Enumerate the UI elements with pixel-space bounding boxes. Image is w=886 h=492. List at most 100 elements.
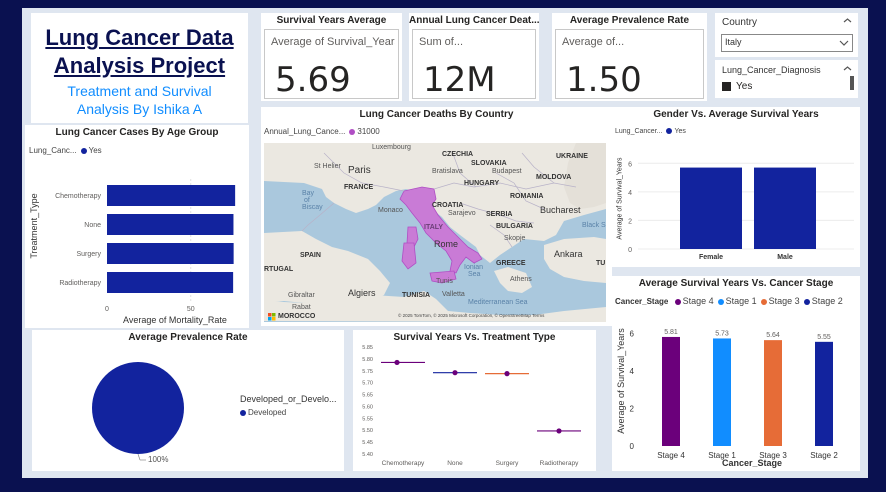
- y-tick-label: 5.85: [362, 345, 373, 351]
- kpi-card-survival[interactable]: Survival Years Average Average of Surviv…: [261, 13, 402, 101]
- x-tick-label: Radiotherapy: [540, 460, 579, 467]
- y-tick-label: 0: [630, 442, 635, 451]
- bar-male[interactable]: [754, 167, 816, 249]
- map-panel[interactable]: Lung Cancer Deaths By Country Annual_Lun…: [261, 107, 612, 326]
- svg-text:Monaco: Monaco: [378, 207, 403, 214]
- bar-radiotherapy[interactable]: [107, 272, 234, 293]
- svg-text:BULGARIA: BULGARIA: [496, 223, 533, 230]
- kpi-card-body: Average of Survival_Years 5.69: [264, 29, 399, 100]
- stage-chart-plot[interactable]: 0 2 4 6 5.81 Stage 4 5.73 Stage 1 5.64 Stage 3 5.5…: [612, 276, 860, 471]
- country-slicer-label: Country: [722, 17, 758, 28]
- svg-text:TU: TU: [596, 260, 605, 267]
- kpi-card-title: Annual Lung Cancer Deat...: [409, 15, 539, 26]
- bar-chemotherapy[interactable]: [107, 185, 236, 206]
- svg-text:SPAIN: SPAIN: [300, 252, 321, 259]
- kpi-card-body: Sum of... 12M: [412, 29, 536, 100]
- chevron-up-icon[interactable]: [843, 17, 852, 24]
- svg-text:RTUGAL: RTUGAL: [264, 266, 294, 273]
- age-chart-ylabel: Treatment_Type: [29, 193, 39, 259]
- bar-stage-4[interactable]: [662, 336, 680, 446]
- data-point[interactable]: [556, 428, 562, 434]
- treatment-chart-plot[interactable]: 5.40 5.45 5.50 5.55 5.60 5.65 5.70 5.75 5.80 5.85…: [353, 330, 596, 471]
- report-subtitle-line2: Analysis By Ishika A: [76, 101, 203, 117]
- svg-text:Rabat: Rabat: [292, 304, 311, 311]
- kpi-card-body: Average of... 1.50: [555, 29, 704, 100]
- kpi-card-prevalence[interactable]: Average Prevalence Rate Average of... 1.…: [552, 13, 707, 101]
- country-slicer[interactable]: Country Italy: [715, 13, 858, 57]
- kpi-card-deaths[interactable]: Annual Lung Cancer Deat... Sum of... 12M: [409, 13, 539, 101]
- diagnosis-slicer[interactable]: Lung_Cancer_Diagnosis Yes: [715, 60, 858, 98]
- svg-text:St Helier: St Helier: [314, 163, 342, 170]
- kpi-card-value: 1.50: [566, 60, 642, 100]
- bar-stage-1[interactable]: [713, 338, 731, 446]
- svg-text:TUNISIA: TUNISIA: [402, 292, 430, 299]
- stage-chart[interactable]: Average Survival Years Vs. Cancer Stage …: [612, 276, 860, 471]
- svg-text:Budapest: Budapest: [492, 168, 522, 175]
- svg-text:Skopje: Skopje: [504, 235, 526, 242]
- map-legend-value: 31000: [357, 127, 380, 136]
- country-dropdown[interactable]: Italy: [721, 34, 853, 52]
- y-tick-label: 5.45: [362, 440, 373, 446]
- y-tick-label: 5.60: [362, 404, 373, 410]
- data-point[interactable]: [504, 371, 510, 377]
- y-tick-label: 5.75: [362, 369, 373, 375]
- y-tick-label: 0: [628, 247, 632, 254]
- kpi-card-title: Average Prevalence Rate: [569, 15, 690, 26]
- svg-text:FRANCE: FRANCE: [344, 184, 373, 191]
- report-title-line1: Lung Cancer Data: [45, 25, 234, 50]
- svg-text:SERBIA: SERBIA: [486, 211, 512, 218]
- data-label: 5.73: [715, 330, 729, 337]
- x-tick-label: Stage 2: [810, 451, 838, 460]
- svg-text:Gibraltar: Gibraltar: [288, 292, 316, 299]
- checkbox-checked-icon: [722, 82, 731, 91]
- svg-text:Biscay: Biscay: [302, 204, 323, 211]
- svg-text:GREECE: GREECE: [496, 260, 526, 267]
- y-tick-label: 5.80: [362, 357, 373, 363]
- data-point[interactable]: [452, 370, 458, 376]
- kpi-card-value: 12M: [423, 60, 496, 100]
- dashboard-canvas: Lung Cancer Data Analysis Project Treatm…: [22, 8, 868, 478]
- prevalence-legend-item[interactable]: Developed: [236, 408, 286, 417]
- y-tick-label: None: [84, 222, 101, 229]
- svg-text:Athens: Athens: [510, 276, 532, 283]
- x-tick-label: Male: [777, 254, 793, 261]
- map-canvas[interactable]: Luxembourg CZECHIA UKRAINE SLOVAKIA St H…: [264, 143, 606, 322]
- pie-slice-label: 100%: [148, 455, 168, 464]
- age-chart-plot[interactable]: Chemotherapy None Surgery Radiotherapy 0 50: [25, 125, 249, 328]
- map-attribution[interactable]: © 2025 TomTom, © 2025 Microsoft Corporat…: [398, 312, 545, 318]
- scrollbar[interactable]: [850, 76, 854, 90]
- y-tick-label: 5.55: [362, 416, 373, 422]
- svg-text:Paris: Paris: [348, 165, 371, 176]
- bar-stage-3[interactable]: [764, 340, 782, 446]
- bar-none[interactable]: [107, 214, 234, 235]
- legend-dot-icon: [349, 128, 356, 135]
- y-tick-label: 2: [628, 218, 632, 225]
- svg-text:Ankara: Ankara: [554, 249, 583, 259]
- bar-female[interactable]: [680, 167, 742, 249]
- y-tick-label: 4: [630, 367, 635, 376]
- prevalence-pie-chart[interactable]: Average Prevalence Rate 100% Developed_o…: [32, 330, 344, 471]
- gender-chart[interactable]: Gender Vs. Average Survival Years Lung_C…: [612, 107, 860, 267]
- bar-stage-2[interactable]: [815, 341, 833, 446]
- data-point[interactable]: [394, 359, 400, 366]
- prevalence-legend-value: Developed: [248, 408, 287, 417]
- data-label: 5.55: [817, 334, 831, 341]
- map-title: Lung Cancer Deaths By Country: [359, 109, 514, 120]
- bar-surgery[interactable]: [107, 243, 234, 264]
- svg-text:Mediterranean Sea: Mediterranean Sea: [468, 299, 528, 306]
- x-tick-label: Chemotherapy: [382, 460, 425, 467]
- svg-text:UKRAINE: UKRAINE: [556, 153, 588, 160]
- treatment-chart[interactable]: Survival Years Vs. Treatment Type 5.40 5.…: [353, 330, 596, 471]
- chevron-up-icon[interactable]: [843, 65, 852, 72]
- age-group-chart[interactable]: Lung Cancer Cases By Age Group Lung_Canc…: [25, 125, 249, 328]
- gender-chart-plot[interactable]: 0 2 4 6 Female Male: [612, 107, 860, 267]
- kpi-card-label: Average of Survival_Years: [271, 36, 395, 48]
- svg-text:Black Se: Black Se: [582, 222, 606, 229]
- x-tick-label: 0: [105, 306, 109, 313]
- y-tick-label: 4: [628, 190, 632, 197]
- y-tick-label: Chemotherapy: [55, 193, 101, 200]
- pie-slice-developed[interactable]: [92, 362, 184, 454]
- x-tick-label: Surgery: [496, 460, 520, 467]
- diagnosis-slicer-label: Lung_Cancer_Diagnosis: [722, 65, 821, 75]
- kpi-card-title: Survival Years Average: [276, 15, 387, 26]
